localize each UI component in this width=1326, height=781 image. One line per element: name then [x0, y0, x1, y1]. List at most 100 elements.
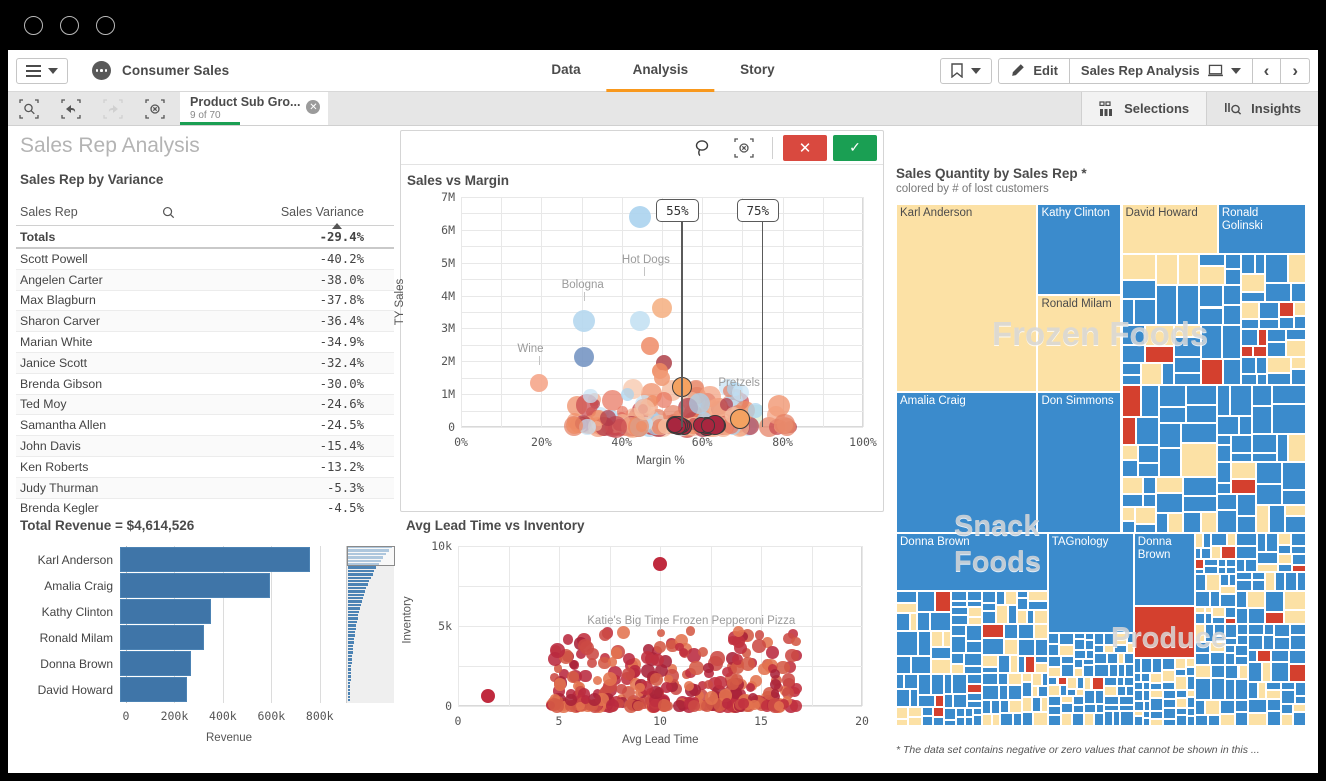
treemap-cell[interactable]	[1201, 512, 1217, 533]
treemap-cell[interactable]	[1291, 546, 1306, 554]
treemap-cell[interactable]	[1199, 266, 1224, 286]
treemap-cell[interactable]	[1257, 564, 1277, 572]
treemap-cell[interactable]	[1176, 708, 1188, 715]
treemap-cell[interactable]	[1274, 637, 1290, 650]
treemap-cell[interactable]	[1217, 494, 1237, 510]
bar-row[interactable]: David Howard	[16, 677, 187, 702]
treemap-cell[interactable]	[1195, 700, 1205, 715]
treemap-cell[interactable]	[1218, 559, 1226, 567]
treemap-cell[interactable]	[896, 689, 910, 707]
treemap-cell[interactable]	[982, 591, 996, 603]
treemap-cell[interactable]	[1134, 682, 1143, 690]
treemap-cell[interactable]	[1201, 325, 1222, 359]
treemap-cell[interactable]	[896, 533, 1048, 591]
treemap-cell[interactable]	[1048, 656, 1061, 667]
treemap-cell[interactable]	[1122, 204, 1218, 254]
treemap-cell[interactable]	[935, 591, 951, 612]
treemap-cell[interactable]	[1187, 690, 1195, 697]
treemap-cell[interactable]	[1225, 254, 1241, 269]
treemap-cell[interactable]	[1141, 673, 1150, 683]
treemap-cell[interactable]	[951, 636, 966, 653]
treemap-cell[interactable]	[1018, 639, 1035, 656]
treemap-cell[interactable]	[1156, 254, 1178, 286]
table-row[interactable]: Samantha Allen-24.5%	[16, 415, 394, 436]
treemap-cell[interactable]	[1292, 554, 1306, 565]
treemap-cell[interactable]	[1077, 677, 1084, 689]
treemap-cell[interactable]	[1134, 690, 1143, 701]
treemap-cell[interactable]	[1084, 713, 1094, 726]
treemap-cell[interactable]	[1277, 434, 1288, 462]
treemap-cell[interactable]	[1163, 708, 1175, 719]
treemap-cell[interactable]	[1048, 644, 1059, 656]
treemap-cell[interactable]	[1236, 533, 1257, 546]
treemap-cell[interactable]	[1259, 302, 1279, 319]
treemap-cell[interactable]	[1236, 546, 1257, 559]
treemap-cell[interactable]	[1163, 699, 1176, 708]
treemap-cell[interactable]	[1248, 624, 1264, 635]
treemap-cell[interactable]	[1028, 591, 1047, 602]
treemap-cell[interactable]	[1183, 512, 1201, 533]
treemap-cell[interactable]	[1048, 706, 1061, 714]
table-row[interactable]: Marian White-34.9%	[16, 332, 394, 353]
treemap-cell[interactable]	[1218, 567, 1226, 574]
selection-search-icon[interactable]	[8, 92, 50, 125]
treemap-cell[interactable]	[1168, 513, 1183, 533]
treemap-cell[interactable]	[918, 695, 935, 707]
treemap-cell[interactable]	[922, 707, 933, 716]
treemap-cell[interactable]	[1122, 460, 1139, 477]
treemap-cell[interactable]	[1258, 329, 1267, 346]
treemap-cell[interactable]	[896, 591, 917, 603]
treemap-cell[interactable]	[896, 719, 908, 726]
window-minimize-button[interactable]	[60, 16, 79, 35]
treemap-cell[interactable]	[1281, 690, 1295, 704]
treemap-cell[interactable]	[1094, 713, 1105, 726]
treemap-cell[interactable]	[951, 607, 968, 615]
treemap-cell[interactable]	[1018, 624, 1034, 639]
treemap-cell[interactable]	[1291, 357, 1306, 369]
treemap-cell[interactable]	[1289, 664, 1306, 681]
treemap-cell[interactable]	[1134, 673, 1141, 683]
treemap-cell[interactable]	[982, 714, 992, 726]
treemap-cell[interactable]	[935, 695, 944, 707]
treemap-cell[interactable]	[951, 664, 964, 675]
treemap-cell[interactable]	[996, 591, 1005, 605]
treemap-cell[interactable]	[1094, 633, 1104, 644]
treemap-cell[interactable]	[1217, 435, 1232, 445]
treemap-cell[interactable]	[1186, 658, 1195, 667]
scatter-point[interactable]	[710, 651, 724, 665]
treemap-cell[interactable]	[1237, 635, 1248, 645]
scatter-point[interactable]	[704, 680, 713, 689]
treemap-cell[interactable]	[1252, 406, 1272, 434]
treemap-cell[interactable]	[968, 607, 982, 617]
treemap-cell[interactable]	[1225, 624, 1237, 638]
treemap-cell[interactable]	[1122, 325, 1146, 345]
scatter-point[interactable]	[641, 337, 659, 355]
treemap-cell[interactable]	[1061, 656, 1074, 664]
scatter-point[interactable]	[651, 654, 663, 666]
treemap-cell[interactable]	[956, 717, 964, 726]
treemap-cell[interactable]	[1150, 719, 1163, 726]
selections-button[interactable]: Selections	[1081, 92, 1206, 125]
treemap-cell[interactable]	[944, 720, 957, 726]
treemap-cell[interactable]	[1048, 696, 1061, 706]
treemap-cell[interactable]	[1004, 639, 1018, 655]
treemap-cell[interactable]	[951, 625, 966, 636]
treemap-cell[interactable]	[1281, 704, 1293, 714]
treemap-cell[interactable]	[982, 655, 998, 667]
treemap-cell[interactable]	[1017, 610, 1027, 623]
treemap-cell[interactable]	[1236, 572, 1252, 580]
treemap-cell[interactable]	[1225, 638, 1237, 645]
scatter-point[interactable]	[550, 643, 565, 658]
treemap-cell[interactable]	[1225, 653, 1235, 665]
treemap-cell[interactable]	[922, 716, 933, 726]
scatter-point[interactable]	[581, 695, 590, 704]
treemap-cell[interactable]	[1028, 601, 1047, 610]
treemap-cell[interactable]	[1025, 656, 1035, 673]
treemap-cell[interactable]	[1162, 363, 1174, 385]
treemap-cell[interactable]	[1159, 385, 1187, 407]
treemap-cell[interactable]	[1134, 533, 1196, 606]
treemap-cell[interactable]	[964, 666, 982, 674]
treemap-cell[interactable]	[967, 701, 982, 709]
treemap-cell[interactable]	[1214, 624, 1225, 636]
treemap-cell[interactable]	[1256, 505, 1269, 533]
